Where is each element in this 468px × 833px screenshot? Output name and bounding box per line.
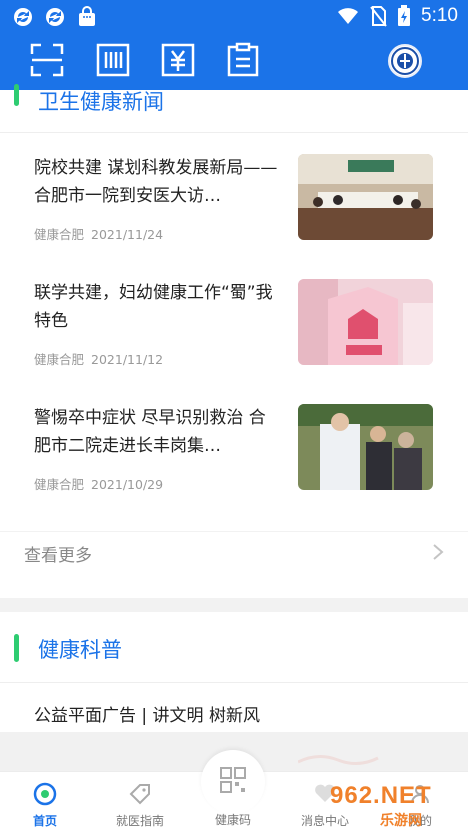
nav-label: 我的 — [407, 814, 432, 828]
news-section-title: 卫生健康新闻 — [38, 90, 164, 114]
news-thumbnail — [298, 279, 433, 365]
divider — [0, 682, 468, 683]
news-item[interactable]: 警惕卒中症状 尽早识别救治 合肥市二院走进长丰岗集… 健康合肥 2021/10/2… — [0, 404, 468, 529]
health-code-button[interactable] — [201, 750, 265, 814]
news-title: 公益平面广告 | 讲文明 树新风 — [34, 706, 260, 726]
nav-label: 就医指南 — [115, 814, 164, 828]
news-meta: 健康合肥 2021/11/12 — [34, 349, 163, 368]
nav-label: 消息中心 — [300, 814, 349, 828]
nav-item-guide[interactable]: 就医指南 — [95, 772, 185, 833]
sync-icon-2 — [46, 8, 64, 26]
news-title: 警惕卒中症状 尽早识别救治 合肥市二院走进长丰岗集… — [34, 408, 266, 456]
chevron-right-icon — [433, 544, 444, 560]
news-meta: 健康合肥 2021/10/29 — [34, 474, 163, 493]
divider — [0, 132, 468, 133]
view-more-row[interactable]: 查看更多 — [0, 529, 468, 579]
top-toolbar — [0, 36, 468, 90]
scan-icon[interactable] — [29, 42, 65, 78]
news-thumbnail — [298, 404, 433, 490]
no-sim-icon — [370, 6, 387, 27]
news-source: 健康合肥 — [34, 352, 85, 367]
news-date: 2021/10/29 — [91, 477, 164, 492]
news-source: 健康合肥 — [34, 227, 85, 242]
wifi-icon — [338, 8, 359, 24]
news-date: 2021/11/12 — [91, 352, 164, 367]
news-meta: 健康合肥 2021/11/24 — [34, 224, 163, 243]
section-accent-bar — [14, 634, 19, 662]
notification-icons — [12, 6, 98, 28]
science-section-title: 健康科普 — [38, 638, 122, 662]
message-icon — [315, 784, 335, 802]
news-title: 联学共建，妇幼健康工作“蜀”我特色 — [34, 283, 273, 331]
section-accent-bar — [14, 84, 19, 106]
hospital-emblem-icon[interactable] — [388, 44, 422, 78]
qr-code-icon — [220, 767, 246, 793]
news-card: 卫生健康新闻 院校共建 谋划科教发展新局——合肥市一院到安医大访… 健康合肥 20… — [0, 84, 468, 598]
home-icon — [33, 782, 57, 806]
clipboard-icon[interactable] — [225, 42, 261, 78]
view-more-label: 查看更多 — [24, 546, 92, 566]
yuan-payment-icon[interactable] — [160, 42, 196, 78]
guide-tag-icon — [129, 784, 150, 805]
news-thumbnail — [298, 154, 433, 240]
barcode-icon[interactable] — [95, 42, 131, 78]
news-title: 院校共建 谋划科教发展新局——合肥市一院到安医大访… — [34, 158, 278, 206]
clock: 5:10 — [421, 5, 458, 26]
battery-charging-icon — [398, 5, 411, 26]
nav-label: 首页 — [32, 814, 57, 828]
status-bar: 5:10 — [0, 0, 468, 36]
news-item[interactable]: 院校共建 谋划科教发展新局——合肥市一院到安医大访… 健康合肥 2021/11/2… — [0, 154, 468, 279]
science-card: 健康科普 公益平面广告 | 讲文明 树新风 — [0, 612, 468, 771]
sync-icon — [14, 8, 32, 26]
nav-item-messages[interactable]: 消息中心 — [280, 772, 370, 833]
news-source: 健康合肥 — [34, 477, 85, 492]
nav-item-home[interactable]: 首页 — [0, 772, 90, 833]
profile-icon — [411, 785, 429, 804]
shopping-bag-icon — [79, 6, 95, 26]
news-item[interactable]: 联学共建，妇幼健康工作“蜀”我特色 健康合肥 2021/11/12 — [0, 279, 468, 404]
system-icons: 5:10 — [337, 5, 458, 27]
news-date: 2021/11/24 — [91, 227, 164, 242]
health-code-label: 健康码 — [214, 813, 251, 827]
nav-item-profile[interactable]: 我的 — [375, 772, 465, 833]
